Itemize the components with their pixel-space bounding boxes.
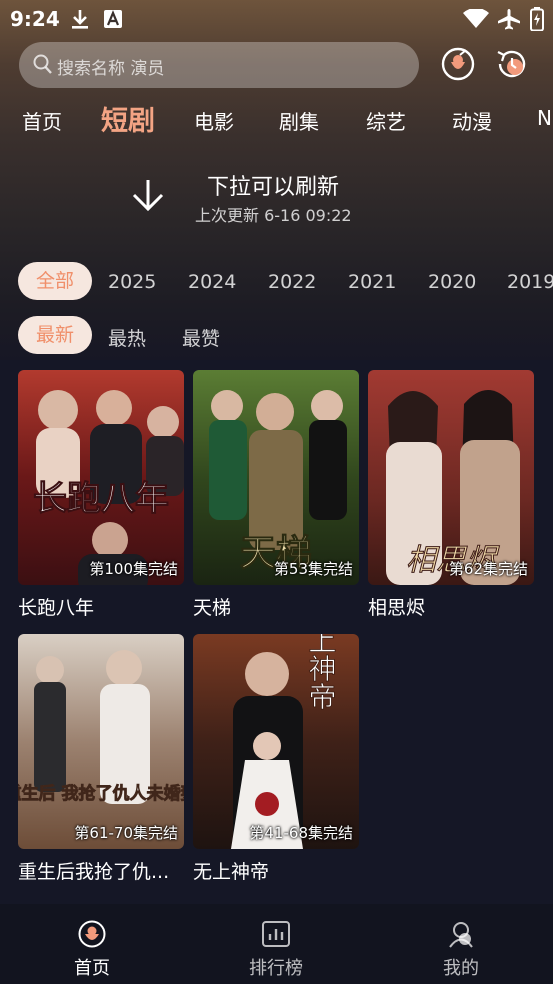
poster-title-art: 重生后 我抢了仇人未婚妻 xyxy=(18,783,184,804)
game-button[interactable] xyxy=(440,46,476,82)
episode-badge: 第41-68集完结 xyxy=(249,824,353,842)
drama-card[interactable]: 长跑八年 第100集完结 长跑八年 xyxy=(18,370,184,620)
refresh-subtitle: 上次更新 6-16 09:22 xyxy=(195,206,352,225)
sort-filter-latest[interactable]: 最新 xyxy=(18,316,92,354)
ranking-icon xyxy=(262,921,290,947)
tab-more[interactable]: N xyxy=(537,106,552,130)
search-icon xyxy=(33,54,53,80)
poster-image: 长跑八年 第100集完结 xyxy=(18,370,184,585)
history-button[interactable] xyxy=(494,46,530,82)
status-bar: 9:24 xyxy=(0,0,553,38)
drama-card[interactable]: 天梯 第53集完结 天梯 xyxy=(193,370,359,620)
year-filter-2021[interactable]: 2021 xyxy=(348,271,396,293)
nav-profile[interactable]: 我的 xyxy=(411,920,511,980)
poster-title-art: 无上神帝 xyxy=(305,634,338,710)
font-icon xyxy=(104,10,122,32)
battery-charging-icon xyxy=(530,7,544,35)
card-title: 无上神帝 xyxy=(193,861,270,883)
arrow-down-icon xyxy=(130,178,166,216)
category-tabs: 首页 短剧 电影 剧集 综艺 动漫 N xyxy=(0,98,553,144)
wifi-icon xyxy=(463,7,489,33)
poster-image: 相思烬 第62集完结 xyxy=(368,370,534,585)
year-filter-2020[interactable]: 2020 xyxy=(428,271,476,293)
tab-anime[interactable]: 动漫 xyxy=(452,106,492,135)
poster-image: 重生后 我抢了仇人未婚妻 第61-70集完结 xyxy=(18,634,184,849)
poster-title-art: 长跑八年 xyxy=(33,479,169,519)
search-bar[interactable]: 搜索名称 演员 xyxy=(19,42,419,88)
card-title: 重生后我抢了仇... xyxy=(18,861,170,883)
card-title: 天梯 xyxy=(193,597,232,619)
drama-card[interactable]: 无上神帝 第41-68集完结 无上神帝 xyxy=(193,634,359,884)
nav-ranking[interactable]: 排行榜 xyxy=(226,920,326,980)
airplane-icon xyxy=(497,8,521,34)
year-filter-2022[interactable]: 2022 xyxy=(268,271,316,293)
history-icon xyxy=(497,50,526,78)
tab-series[interactable]: 剧集 xyxy=(279,106,319,135)
bottom-navigation: 首页 排行榜 我的 xyxy=(0,904,553,984)
profile-icon xyxy=(449,922,473,948)
poster-image: 天梯 第53集完结 xyxy=(193,370,359,585)
year-filter-2024[interactable]: 2024 xyxy=(188,271,236,293)
tab-movie[interactable]: 电影 xyxy=(194,106,234,135)
nav-profile-label: 我的 xyxy=(443,958,479,979)
drama-card[interactable]: 相思烬 第62集完结 相思烬 xyxy=(368,370,534,620)
year-filter-all[interactable]: 全部 xyxy=(18,262,92,300)
status-time: 9:24 xyxy=(10,7,60,31)
game-icon xyxy=(441,47,475,81)
episode-badge: 第53集完结 xyxy=(273,560,353,578)
drama-card[interactable]: 重生后 我抢了仇人未婚妻 第61-70集完结 重生后我抢了仇... xyxy=(18,634,184,884)
sort-filter-hot[interactable]: 最热 xyxy=(108,324,146,351)
nav-home-label: 首页 xyxy=(74,958,110,979)
card-title: 长跑八年 xyxy=(18,597,95,619)
episode-badge: 第62集完结 xyxy=(448,560,528,578)
card-title: 相思烬 xyxy=(368,597,426,619)
search-placeholder: 搜索名称 演员 xyxy=(57,59,165,79)
refresh-title: 下拉可以刷新 xyxy=(207,175,340,200)
home-icon xyxy=(78,920,106,948)
tab-variety[interactable]: 综艺 xyxy=(366,106,406,135)
sort-filter-liked[interactable]: 最赞 xyxy=(182,324,220,351)
year-filter-2025[interactable]: 2025 xyxy=(108,271,156,293)
episode-badge: 第61-70集完结 xyxy=(74,824,178,842)
year-filter-2019[interactable]: 2019 xyxy=(507,271,553,293)
poster-image: 无上神帝 第41-68集完结 xyxy=(193,634,359,849)
nav-home[interactable]: 首页 xyxy=(42,920,142,980)
download-icon xyxy=(70,8,90,34)
tab-short-drama[interactable]: 短剧 xyxy=(101,99,155,138)
tab-home[interactable]: 首页 xyxy=(22,106,62,135)
nav-ranking-label: 排行榜 xyxy=(249,958,303,979)
episode-badge: 第100集完结 xyxy=(89,560,178,578)
